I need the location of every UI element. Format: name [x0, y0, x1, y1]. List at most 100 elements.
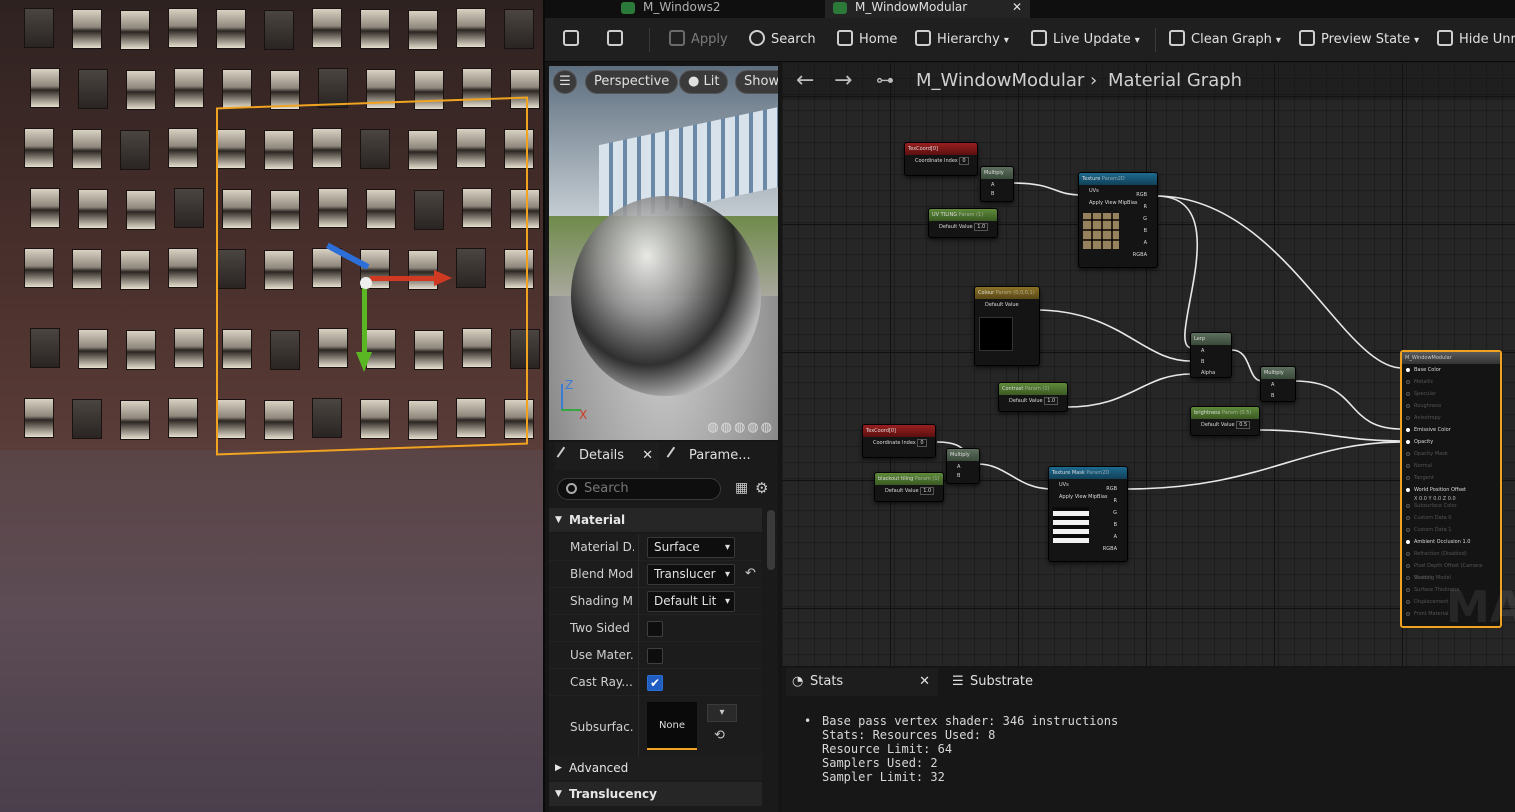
colour-swatch[interactable] [979, 317, 1013, 351]
reset-icon[interactable]: ↶ [745, 566, 756, 581]
node-texture-mask[interactable]: Texture Mask Param2D UVs Apply View MipB… [1048, 466, 1128, 562]
material-preview-viewport[interactable]: ☰ Perspective ● Lit Show Z X ◍◍◍◍◍ [549, 66, 778, 440]
forward-arrow-icon[interactable]: → [834, 68, 852, 93]
level-viewport[interactable] [0, 0, 543, 812]
pin-rgb[interactable]: RGB [1133, 189, 1147, 201]
result-pin[interactable]: Metallic [1402, 376, 1500, 388]
pin-rgba[interactable]: RGBA [1133, 249, 1147, 261]
subsurface-asset-thumbnail[interactable]: None [647, 702, 697, 750]
pin-g[interactable]: G [1133, 213, 1147, 225]
details-search-input[interactable]: Search [557, 478, 721, 500]
pin-rgb[interactable]: RGB [1103, 483, 1117, 495]
pin-g[interactable]: G [1103, 507, 1117, 519]
search-button[interactable]: Search [749, 30, 816, 50]
material-domain-combo[interactable]: Surface ▾ [647, 537, 735, 558]
result-pin[interactable]: Tangent [1402, 472, 1500, 484]
tab-m-windows2[interactable]: M_Windows2 [613, 0, 818, 18]
material-graph-canvas[interactable]: ← → ⊶ M_WindowModular › Material Graph T… [782, 62, 1515, 666]
pin-b[interactable]: B [947, 470, 979, 482]
breadcrumb-current[interactable]: Material Graph [1108, 70, 1242, 91]
node-texcoord-mask[interactable]: TexCoord[0] Coordinate Index 0 [862, 424, 936, 458]
category-translucency[interactable]: ▼ Translucency [549, 782, 762, 806]
node-colour[interactable]: Colour Param (0,0,0,1) Default Value [974, 286, 1040, 366]
result-pin[interactable]: Roughness [1402, 400, 1500, 412]
category-material[interactable]: ▼ Material [549, 508, 762, 532]
pin-a[interactable]: A [1103, 531, 1117, 543]
hamburger-menu-icon[interactable]: ☰ [553, 70, 577, 94]
gizmo-z-axis[interactable] [362, 284, 367, 354]
tab-stats[interactable]: ◔ Stats ✕ [786, 668, 938, 696]
preview-state-button[interactable]: Preview State ▾ [1299, 30, 1419, 50]
node-multiply[interactable]: Multiply A B [980, 166, 1014, 202]
blend-mode-combo[interactable]: Translucer ▾ [647, 564, 735, 585]
result-pin[interactable]: World Position Offset X 0.0 Y 0.0 Z 0.0 [1402, 484, 1500, 502]
table-view-icon[interactable]: ▦ [735, 480, 748, 496]
asset-picker-dropdown[interactable]: ▾ [707, 704, 737, 722]
row-value[interactable]: 0 [959, 157, 969, 165]
row-value[interactable]: 1.0 [920, 487, 935, 495]
pin-b[interactable]: B [1133, 225, 1147, 237]
row-value[interactable]: 0 [917, 439, 927, 447]
pin-r[interactable]: R [1103, 495, 1117, 507]
breadcrumb-root[interactable]: M_WindowModular [916, 70, 1084, 91]
result-pin[interactable]: Pixel Depth Offset (Camera Vector) [1402, 560, 1500, 581]
live-update-button[interactable]: Live Update ▾ [1031, 30, 1140, 50]
result-pin[interactable]: Emissive Color [1402, 424, 1500, 436]
cast-ray-traced-shadows-checkbox[interactable]: ✔ [647, 675, 663, 691]
close-icon[interactable]: ✕ [642, 442, 653, 470]
result-pin[interactable]: Subsurface Color [1402, 500, 1500, 512]
gizmo-z-arrow[interactable] [356, 352, 372, 372]
node-multiply-mask[interactable]: Multiply A B [946, 448, 980, 484]
preview-shape-buttons[interactable]: ◍◍◍◍◍ [707, 420, 774, 435]
gear-icon[interactable]: ⚙ [755, 479, 768, 497]
result-pin[interactable]: Custom Data 0 [1402, 512, 1500, 524]
perspective-button[interactable]: Perspective [585, 70, 679, 94]
tab-details[interactable]: Details ✕ [555, 442, 659, 470]
gizmo-x-axis[interactable] [370, 276, 440, 281]
result-pin[interactable]: Opacity [1402, 436, 1500, 448]
back-arrow-icon[interactable]: ← [796, 68, 814, 93]
result-pin[interactable]: Custom Data 1 [1402, 524, 1500, 536]
node-blackout-tiling[interactable]: blackout tiling Param (1) Default Value … [874, 472, 944, 502]
category-advanced[interactable]: ▶ Advanced [549, 756, 762, 780]
save-button[interactable] [563, 30, 585, 50]
browse-button[interactable] [607, 30, 629, 50]
hierarchy-button[interactable]: Hierarchy ▾ [915, 30, 1009, 50]
pin-rgba[interactable]: RGBA [1103, 543, 1117, 555]
gizmo-x-arrow[interactable] [434, 270, 452, 286]
result-pin[interactable]: Refraction (Disabled) [1402, 548, 1500, 560]
pin-a[interactable]: A [1133, 237, 1147, 249]
pin-b[interactable]: B [1103, 519, 1117, 531]
tab-m-windowmodular[interactable]: M_WindowModular ✕ [825, 0, 1030, 18]
node-contrast[interactable]: Contrast Param (1) Default Value 1.0 [998, 382, 1068, 412]
lit-button[interactable]: ● Lit [679, 70, 729, 94]
result-pin[interactable]: Base Color [1402, 364, 1500, 376]
pin-b[interactable]: B [1261, 390, 1295, 402]
two-sided-checkbox[interactable] [647, 621, 663, 637]
browse-asset-icon[interactable]: ⟲ [714, 728, 725, 743]
apply-button[interactable]: Apply [669, 30, 728, 50]
node-uv-tiling[interactable]: UV TILING Param (1) Default Value 1.0 [928, 208, 998, 238]
home-button[interactable]: Home [837, 30, 897, 50]
pin-r[interactable]: R [1133, 201, 1147, 213]
gizmo-center[interactable] [360, 277, 372, 289]
use-material-attributes-checkbox[interactable] [647, 648, 663, 664]
node-multiply-emissive[interactable]: Multiply A B [1260, 366, 1296, 402]
tab-substrate[interactable]: ☰ Substrate [946, 668, 1066, 696]
close-icon[interactable]: ✕ [919, 668, 930, 696]
hide-unrelated-button[interactable]: Hide Unre [1437, 30, 1515, 50]
row-value[interactable]: 1.0 [974, 223, 989, 231]
clean-graph-button[interactable]: Clean Graph ▾ [1169, 30, 1281, 50]
row-value[interactable]: 0.5 [1236, 421, 1251, 429]
node-texcoord[interactable]: TexCoord[0] Coordinate Index 0 [904, 142, 978, 176]
pin-alpha[interactable]: Alpha [1191, 367, 1231, 379]
shading-model-combo[interactable]: Default Lit ▾ [647, 591, 735, 612]
result-pin[interactable]: Ambient Occlusion 1.0 [1402, 536, 1500, 548]
hierarchy-icon[interactable]: ⊶ [876, 70, 894, 91]
close-icon[interactable]: ✕ [1012, 0, 1022, 14]
result-pin[interactable]: Opacity Mask [1402, 448, 1500, 460]
node-brightness[interactable]: brightness Param (0.5) Default Value 0.5 [1190, 406, 1260, 436]
details-scrollbar[interactable] [767, 510, 775, 570]
show-button[interactable]: Show [735, 70, 778, 94]
result-pin[interactable]: Anisotropy [1402, 412, 1500, 424]
